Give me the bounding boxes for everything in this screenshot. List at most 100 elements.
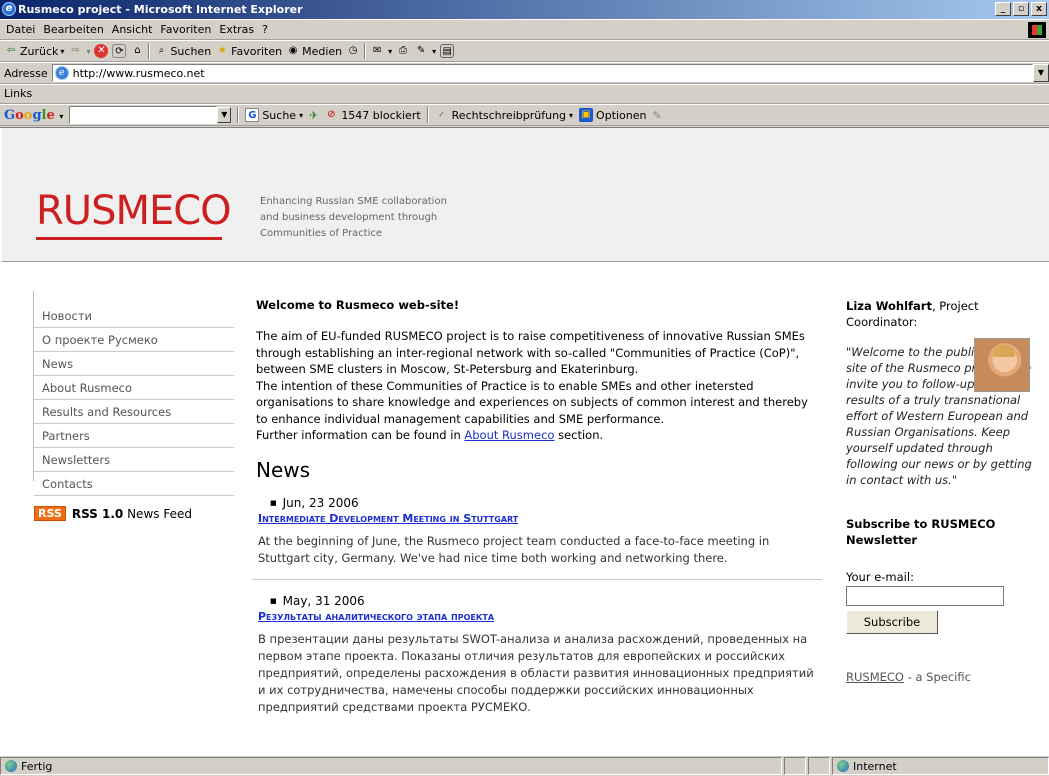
site-header: RUSMECO Enhancing Russian SME collaborat… (2, 128, 1049, 262)
home-icon[interactable]: ⌂ (130, 44, 144, 58)
rusmeco-name[interactable]: RUSMECO (846, 670, 904, 684)
address-dropdown-button[interactable]: ▼ (1033, 64, 1049, 82)
status-cell (784, 757, 806, 775)
options-label: Optionen (596, 108, 647, 122)
email-field[interactable] (846, 586, 1004, 606)
google-g-icon: G (245, 108, 260, 122)
address-bar: Adresse e http://www.rusmeco.net ▼ (0, 62, 1049, 84)
rss-feed-link[interactable]: RSS RSS 1.0 News Feed (34, 506, 234, 521)
popup-blocker-button[interactable]: ⊘ 1547 blockiert (324, 108, 421, 122)
about-rusmeco-link[interactable]: About Rusmeco (464, 428, 554, 442)
links-bar: Links (0, 84, 1049, 104)
refresh-icon[interactable]: ⟳ (112, 44, 127, 58)
close-button[interactable]: x (1031, 2, 1047, 16)
standard-toolbar: ⇦ Zurück ▾ ⇨ ▾ ✕ ⟳ ⌂ ⌕ Suchen ★ Favorite… (0, 40, 1049, 62)
popup-blocked-icon: ⊘ (327, 109, 336, 120)
pencil-icon[interactable]: ✎ (653, 109, 662, 122)
main-content: Welcome to Rusmeco web-site! The aim of … (252, 298, 822, 716)
popup-blocked-count: 1547 blockiert (341, 108, 421, 122)
nav-item-novosti[interactable]: Новости (34, 304, 234, 328)
address-input[interactable]: e http://www.rusmeco.net (51, 64, 1033, 82)
edit-icon[interactable]: ✎ (414, 44, 428, 58)
nav-item-contacts[interactable]: Contacts (34, 472, 234, 496)
discuss-icon[interactable]: ▤ (440, 44, 455, 58)
news-title-link[interactable]: Intermediate Development Meeting in Stut… (258, 512, 822, 525)
google-logo[interactable]: Google ▾ (4, 108, 63, 123)
spellcheck-icon: ✓ (438, 110, 445, 119)
menu-help[interactable]: ? (260, 23, 274, 36)
mail-icon[interactable]: ✉ (370, 44, 384, 58)
menu-extras[interactable]: Extras (217, 23, 260, 36)
page-viewport[interactable]: RUSMECO Enhancing Russian SME collaborat… (0, 127, 1049, 755)
chevron-down-icon[interactable]: ▾ (60, 47, 64, 56)
title-bar: e Rusmeco project - Microsoft Internet E… (0, 0, 1049, 19)
favorites-icon: ★ (217, 45, 227, 56)
coordinator-name: Liza Wohlfart (846, 299, 932, 313)
forward-arrow-icon[interactable]: ⇨ (68, 44, 82, 58)
intro-text-2: The intention of these Communities of Pr… (256, 378, 808, 426)
chevron-down-icon[interactable]: ▾ (86, 47, 90, 56)
print-icon[interactable]: ⎙ (396, 44, 410, 58)
news-date: May, 31 2006 (270, 594, 822, 608)
rusmeco-description-snippet: RUSMECO - a Specific (846, 670, 1036, 684)
nav-item-about[interactable]: About Rusmeco (34, 376, 234, 400)
minimize-button[interactable]: _ (995, 2, 1011, 16)
spellcheck-label: Rechtschreibprüfung (451, 108, 567, 122)
menu-datei[interactable]: Datei (4, 23, 41, 36)
security-zone[interactable]: Internet (832, 757, 1049, 775)
nav-item-news[interactable]: News (34, 352, 234, 376)
rss-label: News Feed (127, 506, 192, 521)
nav-item-newsletters[interactable]: Newsletters (34, 448, 234, 472)
intro-text-3-suffix: section. (554, 428, 604, 442)
rss-icon: RSS (34, 506, 66, 521)
page-icon: e (54, 66, 69, 80)
address-label: Adresse (4, 66, 48, 80)
status-text: Fertig (21, 759, 53, 773)
news-heading: News (256, 457, 311, 482)
menu-ansicht[interactable]: Ansicht (110, 23, 159, 36)
google-search-dropdown[interactable]: ▼ (217, 107, 232, 123)
media-icon: ◉ (288, 45, 298, 56)
menu-bar: Datei Bearbeiten Ansicht Favoriten Extra… (0, 19, 1049, 40)
nav-item-partners[interactable]: Partners (34, 424, 234, 448)
chevron-down-icon[interactable]: ▾ (432, 47, 436, 56)
chevron-down-icon: ▾ (299, 110, 304, 120)
history-icon[interactable]: ◷ (346, 44, 360, 58)
subscribe-button[interactable]: Subscribe (846, 610, 938, 634)
google-search-input[interactable] (69, 106, 218, 124)
menu-favoriten[interactable]: Favoriten (158, 23, 217, 36)
spellcheck-button[interactable]: ✓ Rechtschreibprüfung ▾ (435, 108, 573, 122)
right-sidebar: Liza Wohlfart, Project Coordinator: "Wel… (846, 298, 1036, 684)
maximize-button[interactable]: ▫ (1013, 2, 1029, 16)
windows-logo-icon (1028, 22, 1046, 38)
toolbar-separator (364, 43, 367, 59)
pagerank-icon[interactable]: ✈ (309, 109, 318, 122)
coordinator-heading: Liza Wohlfart, Project Coordinator: (846, 298, 1036, 330)
media-button[interactable]: ◉ Medien (286, 44, 342, 58)
toolbar-separator (148, 43, 151, 59)
address-url[interactable]: http://www.rusmeco.net (73, 67, 205, 80)
back-button[interactable]: ⇦ Zurück ▾ (4, 44, 65, 58)
options-button[interactable]: ▣ Optionen (579, 108, 647, 122)
news-date: Jun, 23 2006 (270, 496, 822, 510)
toolbar-separator (426, 107, 429, 123)
search-button[interactable]: ⌕ Suchen (154, 44, 212, 58)
google-logo-letter: g (32, 107, 42, 123)
menu-bearbeiten[interactable]: Bearbeiten (41, 23, 109, 36)
rusmeco-description-text: - a Specific (903, 670, 971, 684)
search-icon: ⌕ (158, 45, 165, 56)
nav-item-o-proekte[interactable]: О проекте Русмеко (34, 328, 234, 352)
stop-icon[interactable]: ✕ (94, 44, 109, 58)
google-logo-letter: o (15, 107, 24, 123)
tagline-line: Communities of Practice (260, 228, 383, 239)
favorites-button[interactable]: ★ Favoriten (215, 44, 282, 58)
nav-item-results[interactable]: Results and Resources (34, 400, 234, 424)
window-controls: _ ▫ x (995, 2, 1047, 16)
news-title-link[interactable]: Результаты аналитического этапа проекта (258, 610, 822, 623)
google-logo-letter: G (4, 107, 16, 123)
chevron-down-icon[interactable]: ▾ (388, 47, 392, 56)
google-search-button[interactable]: G Suche ▾ (245, 108, 303, 122)
page-done-icon (5, 760, 17, 772)
site-logo[interactable]: RUSMECO (36, 188, 232, 234)
links-label[interactable]: Links (4, 87, 32, 100)
